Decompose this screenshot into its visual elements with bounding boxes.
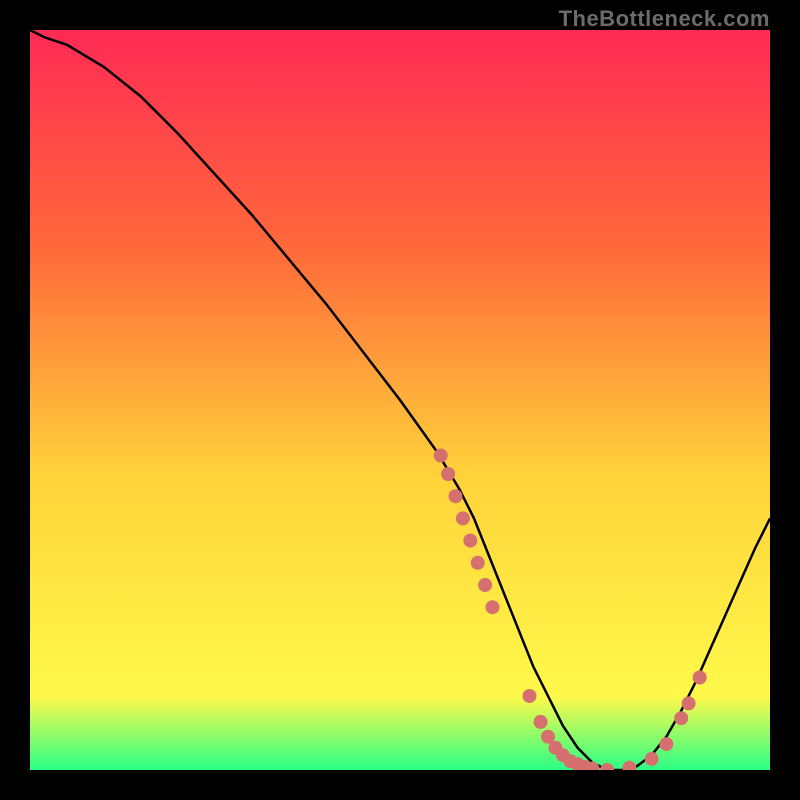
data-point — [441, 467, 455, 481]
data-point — [659, 737, 673, 751]
data-point — [478, 578, 492, 592]
data-point — [674, 711, 688, 725]
data-point — [456, 511, 470, 525]
data-point — [523, 689, 537, 703]
data-point — [434, 449, 448, 463]
plot-area — [30, 30, 770, 770]
chart-svg — [30, 30, 770, 770]
data-point — [471, 556, 485, 570]
data-point — [693, 671, 707, 685]
chart-frame: TheBottleneck.com — [0, 0, 800, 800]
watermark-text: TheBottleneck.com — [559, 6, 770, 32]
data-point — [449, 489, 463, 503]
data-point — [486, 600, 500, 614]
data-point — [463, 534, 477, 548]
data-point — [534, 715, 548, 729]
data-point — [645, 752, 659, 766]
data-point — [682, 696, 696, 710]
